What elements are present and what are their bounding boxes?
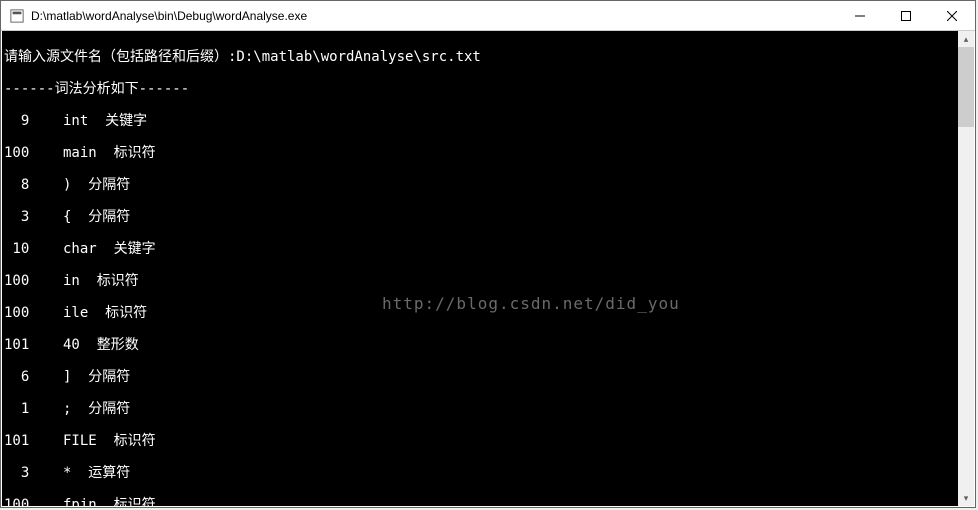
console-line: 3 * 运算符 xyxy=(4,465,958,481)
console-line: 请输入源文件名（包括路径和后缀）:D:\matlab\wordAnalyse\s… xyxy=(4,49,958,65)
console-line: 9 int 关键字 xyxy=(4,113,958,129)
window-title: D:\matlab\wordAnalyse\bin\Debug\wordAnal… xyxy=(31,9,837,23)
console-line: 100 main 标识符 xyxy=(4,145,958,161)
vertical-scrollbar[interactable]: ▴ ▾ xyxy=(958,31,974,506)
minimize-button[interactable] xyxy=(837,1,883,31)
titlebar[interactable]: D:\matlab\wordAnalyse\bin\Debug\wordAnal… xyxy=(1,1,975,31)
console-line: 101 40 整形数 xyxy=(4,337,958,353)
console-line: 100 in 标识符 xyxy=(4,273,958,289)
maximize-button[interactable] xyxy=(883,1,929,31)
console-line: 100 ile 标识符 xyxy=(4,305,958,321)
app-window: D:\matlab\wordAnalyse\bin\Debug\wordAnal… xyxy=(0,0,976,508)
scroll-down-button[interactable]: ▾ xyxy=(958,490,974,506)
console-line: 6 ] 分隔符 xyxy=(4,369,958,385)
scroll-up-button[interactable]: ▴ xyxy=(958,31,974,47)
console-line: 3 { 分隔符 xyxy=(4,209,958,225)
console-line: 10 char 关键字 xyxy=(4,241,958,257)
console-line: 8 ) 分隔符 xyxy=(4,177,958,193)
console-line: 101 FILE 标识符 xyxy=(4,433,958,449)
close-button[interactable] xyxy=(929,1,975,31)
app-icon xyxy=(9,8,25,24)
console-line: 1 ; 分隔符 xyxy=(4,401,958,417)
chevron-down-icon: ▾ xyxy=(964,493,969,504)
console-output[interactable]: 请输入源文件名（包括路径和后缀）:D:\matlab\wordAnalyse\s… xyxy=(2,31,958,506)
console-line: 100 fpin 标识符 xyxy=(4,497,958,506)
scroll-thumb[interactable] xyxy=(958,47,974,127)
window-controls xyxy=(837,1,975,31)
chevron-up-icon: ▴ xyxy=(964,34,969,45)
console-line: ------词法分析如下------ xyxy=(4,81,958,97)
